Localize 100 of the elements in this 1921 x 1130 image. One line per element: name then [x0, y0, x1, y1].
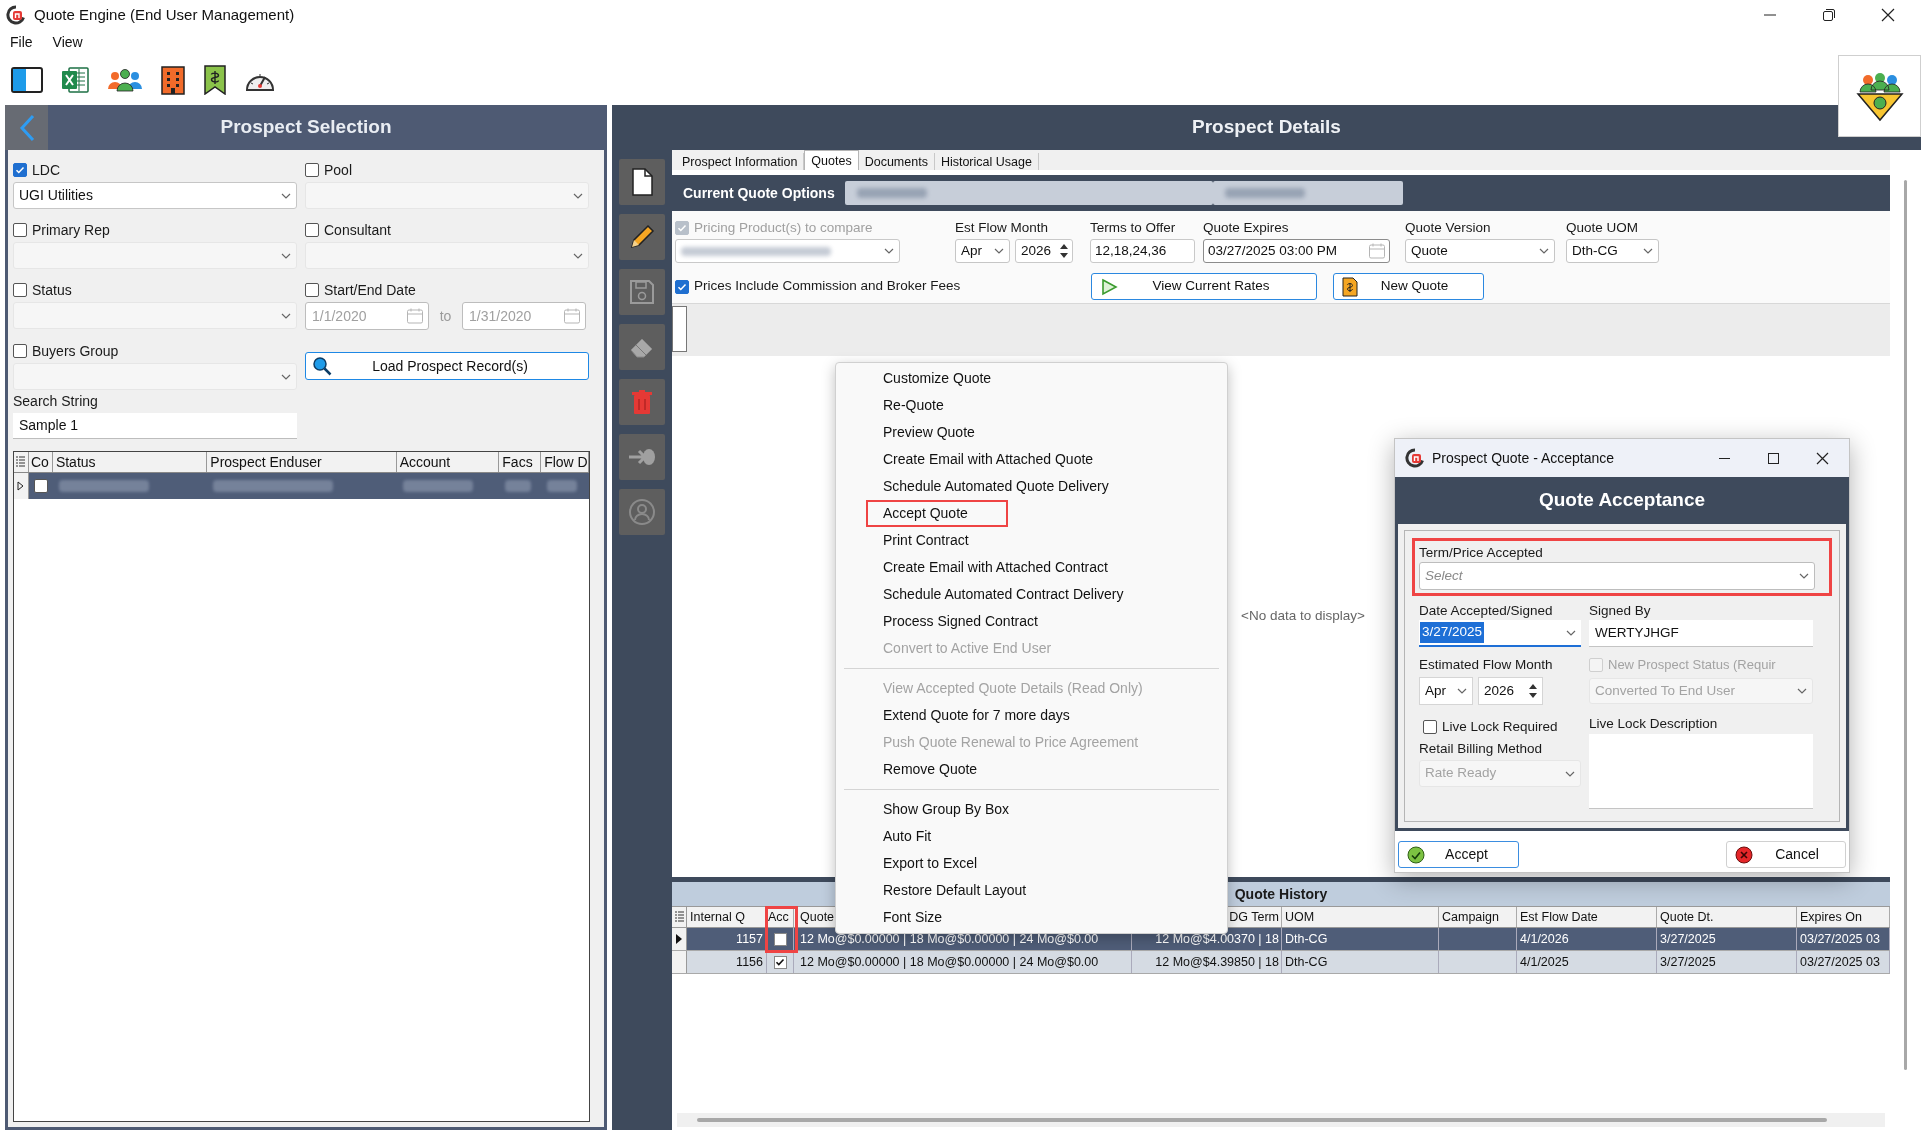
checkbox-label: LDC	[32, 160, 60, 180]
menu-item[interactable]: Export to Excel	[866, 850, 995, 877]
dialog-heading: Quote Acceptance	[1538, 488, 1706, 513]
menu-item[interactable]: Schedule Automated Quote Delivery	[866, 473, 1126, 500]
search-field[interactable]: Sample 1	[13, 413, 297, 439]
checkbox[interactable]	[13, 223, 27, 237]
column-header[interactable]: Acc	[768, 907, 789, 927]
cancel-button[interactable]: Cancel	[1726, 841, 1846, 868]
date-field[interactable]: 03/27/2025 03:00 PM	[1203, 239, 1390, 263]
close-icon[interactable]	[1816, 451, 1829, 465]
toolbar-button[interactable]	[619, 159, 665, 205]
table-cell-text: 12 Mo@$0.00000 | 18 Mo@$0.00000 | 24 Mo@$0.00	[800, 930, 1099, 948]
new-quote-button[interactable]: New Quote	[1333, 273, 1484, 300]
load-button[interactable]: Load Prospect Record(s)	[305, 352, 589, 380]
field-label: Estimated Flow Month	[1419, 656, 1553, 674]
close-icon[interactable]	[1881, 8, 1895, 22]
column-header[interactable]: Account	[399, 451, 451, 473]
vertical-scrollbar[interactable]	[1904, 180, 1907, 1070]
restore-icon[interactable]	[1822, 8, 1836, 22]
dropdown[interactable]: UGI Utilities	[13, 182, 297, 209]
column-header[interactable]: UOM	[1285, 907, 1315, 927]
column-header[interactable]: Status	[55, 451, 96, 473]
checkbox-label: Status	[32, 280, 72, 300]
column-chooser-icon[interactable]	[16, 456, 26, 468]
cancel-circle-icon	[1735, 845, 1753, 864]
table-cell-text: 4/1/2025	[1520, 953, 1569, 971]
maximize-icon[interactable]	[1767, 451, 1780, 465]
field-label: Quote Version	[1405, 219, 1491, 237]
building-icon[interactable]	[160, 65, 186, 95]
checkbox-label: Live Lock Required	[1442, 717, 1558, 736]
menu-item[interactable]: Schedule Automated Contract Delivery	[866, 581, 1141, 608]
column-header[interactable]: Quote Dt.	[1660, 907, 1714, 927]
checkbox[interactable]	[773, 955, 787, 969]
column-header[interactable]: Est Flow Date	[1520, 907, 1598, 927]
column-header[interactable]: Campaign	[1442, 907, 1499, 927]
panel-layout-icon[interactable]	[11, 67, 43, 93]
menu-item[interactable]: Show Group By Box	[866, 796, 1027, 823]
people-icon[interactable]	[107, 67, 143, 93]
column-header[interactable]: Flow D	[544, 451, 588, 473]
checkbox[interactable]	[13, 283, 27, 297]
year-spinner[interactable]: 2026	[1478, 677, 1543, 705]
menu-item[interactable]: Restore Default Layout	[866, 877, 1044, 904]
year-spinner[interactable]: 2026	[1015, 239, 1073, 263]
checkbox[interactable]	[675, 279, 689, 294]
column-header[interactable]: Quote	[800, 907, 835, 927]
checkbox[interactable]	[305, 163, 319, 177]
menu-item[interactable]: Process Signed Contract	[866, 608, 1055, 635]
column-header[interactable]: Facs	[502, 451, 533, 473]
column-header[interactable]: Expires On	[1800, 907, 1862, 927]
horizontal-scrollbar[interactable]	[677, 1113, 1885, 1127]
menu-item[interactable]: File	[10, 32, 33, 53]
menu-item[interactable]: Customize Quote	[866, 365, 1009, 392]
menu-item[interactable]: Auto Fit	[866, 823, 949, 850]
dropdown[interactable]: Select	[1419, 562, 1815, 590]
menu-item[interactable]: Remove Quote	[866, 756, 995, 783]
date-field[interactable]: 3/27/2025	[1419, 620, 1581, 647]
bookmark-icon[interactable]	[203, 65, 227, 95]
grip-handle[interactable]	[672, 306, 687, 352]
table-row[interactable]: 1156 12 Mo@$0.00000 | 18 Mo@$0.00000 | 24 Mo@$0.00 12 Mo@$4.39850 | 18 Dth-CG 4/1/2025 3/27/2025 03/27/2025 03	[672, 951, 1890, 974]
panel-title: Prospect Selection	[220, 115, 392, 140]
table-row[interactable]: 1157 12 Mo@$0.00000 | 18 Mo@$0.00000 | 24 Mo@$0.00 12 Mo@$4.00370 | 18 Dth-CG 4/1/2026 3/27/2025 03/27/2025 03	[672, 928, 1890, 951]
spreadsheet-icon[interactable]	[60, 65, 90, 95]
column-header[interactable]: Internal Q	[690, 907, 745, 927]
checkbox[interactable]	[773, 932, 787, 946]
accept-button[interactable]: Accept	[1398, 841, 1519, 868]
grid-row[interactable]	[14, 473, 589, 499]
checkbox[interactable]	[13, 344, 27, 358]
checkbox[interactable]	[13, 163, 27, 177]
text-field[interactable]: WERTYJHGF	[1589, 620, 1813, 647]
chevron-down-icon	[1566, 629, 1576, 636]
month-dropdown[interactable]: Apr	[1419, 677, 1473, 705]
menu-item[interactable]: View	[52, 32, 83, 53]
tab[interactable]: Quotes	[804, 150, 859, 170]
checkbox[interactable]	[33, 479, 48, 493]
row-header[interactable]	[672, 928, 687, 950]
checkbox[interactable]	[305, 283, 319, 297]
menu-item[interactable]: Preview Quote	[866, 419, 992, 446]
menu-item[interactable]: Print Contract	[866, 527, 986, 554]
dropdown[interactable]: Quote	[1405, 239, 1555, 263]
checkbox[interactable]	[1423, 720, 1437, 734]
menu-item[interactable]: Font Size	[866, 904, 960, 931]
column-header[interactable]: DG Term	[1229, 907, 1279, 927]
toolbar-button[interactable]	[619, 214, 665, 260]
month-dropdown[interactable]: Apr	[955, 239, 1010, 263]
column-chooser-icon[interactable]	[674, 911, 684, 923]
checkmark-icon	[15, 165, 25, 175]
text-field[interactable]: 12,18,24,36	[1090, 239, 1195, 263]
play-icon	[1100, 277, 1118, 296]
view-rates-button[interactable]: View Current Rates	[1091, 273, 1317, 300]
menu-item[interactable]: Create Email with Attached Quote	[866, 446, 1111, 473]
menu-item[interactable]: Re-Quote	[866, 392, 961, 419]
column-header[interactable]: Prospect Enduser	[210, 451, 322, 473]
checkbox[interactable]	[305, 223, 319, 237]
window-title: Prospect Quote - Acceptance	[1432, 448, 1615, 468]
menu-item[interactable]: Create Email with Attached Contract	[866, 554, 1125, 581]
column-header[interactable]: Co	[30, 451, 49, 473]
table-cell-text: Dth-CG	[1285, 953, 1328, 971]
menu-item[interactable]: Accept Quote	[866, 500, 1008, 527]
menu-item[interactable]: Extend Quote for 7 more days	[866, 702, 1087, 729]
dropdown[interactable]: Dth-CG	[1566, 239, 1659, 263]
